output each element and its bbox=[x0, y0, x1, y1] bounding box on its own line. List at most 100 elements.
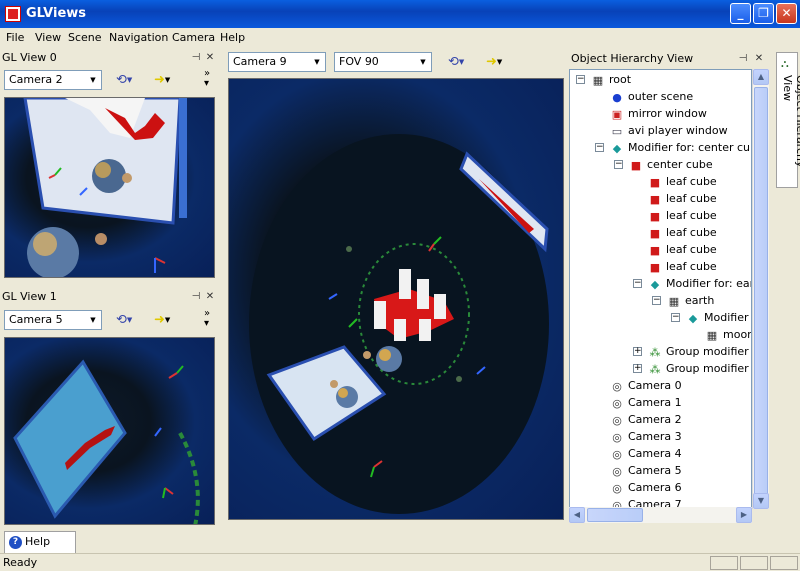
cube-icon: ■ bbox=[649, 260, 661, 274]
menu-view[interactable]: View bbox=[35, 31, 61, 44]
status-cell bbox=[710, 556, 738, 570]
tree-item[interactable]: ■ leaf cube bbox=[647, 190, 717, 207]
tree-item-label: leaf cube bbox=[666, 260, 717, 273]
arrow-right-icon[interactable]: ➜▼ bbox=[154, 72, 180, 88]
tree-item[interactable]: ◎ Camera 1 bbox=[609, 394, 682, 411]
pin-icon[interactable]: ⊣ bbox=[737, 51, 749, 67]
collapse-icon[interactable]: − bbox=[633, 279, 642, 288]
expand-icon[interactable]: + bbox=[633, 364, 642, 373]
close-button[interactable]: ✕ bbox=[776, 3, 797, 24]
tree-item-label: Camera 1 bbox=[628, 396, 682, 409]
tree-item[interactable]: ◆ Modifier fo bbox=[685, 309, 751, 326]
side-tab-hierarchy[interactable]: ⛬ Object Hierarchy View bbox=[776, 52, 800, 188]
sphere-icon: ● bbox=[612, 90, 622, 104]
tree-item[interactable]: ▣ mirror window bbox=[609, 105, 707, 122]
overflow-icon[interactable]: » ▾ bbox=[204, 69, 210, 89]
tree-item[interactable]: ◎ Camera 3 bbox=[609, 428, 682, 445]
scroll-right-button[interactable]: ▶ bbox=[736, 507, 752, 523]
menu-scene[interactable]: Scene bbox=[68, 31, 102, 44]
gl-view-0-viewport[interactable] bbox=[4, 97, 215, 278]
help-view-tab[interactable]: ? Help View bbox=[4, 531, 76, 568]
tree-item[interactable]: ▭ avi player window bbox=[609, 122, 728, 139]
tree-item[interactable]: ▦ earth bbox=[666, 292, 715, 309]
scroll-thumb[interactable] bbox=[754, 87, 768, 507]
tree-item-label: Camera 3 bbox=[628, 430, 682, 443]
menu-navigation[interactable]: Navigation bbox=[109, 31, 168, 44]
tree-item[interactable]: ■ leaf cube bbox=[647, 173, 717, 190]
main-viewport[interactable] bbox=[228, 78, 564, 520]
tree-item[interactable]: ▦ moon bbox=[704, 326, 751, 343]
menu-help[interactable]: Help bbox=[220, 31, 245, 44]
tree-item[interactable]: ⁂ Group modifier "Pr bbox=[647, 343, 752, 360]
tree-item[interactable]: ▦ root bbox=[590, 71, 631, 88]
tree-item[interactable]: ■ leaf cube bbox=[647, 207, 717, 224]
app-icon bbox=[5, 6, 21, 22]
modifier-icon: ◆ bbox=[688, 311, 698, 325]
tree-item[interactable]: ⁂ Group modifier "ht bbox=[647, 360, 752, 377]
arrow-right-icon[interactable]: ➜▼ bbox=[154, 312, 180, 328]
fov-select[interactable]: FOV 90 ▼ bbox=[334, 52, 432, 72]
menu-file[interactable]: File bbox=[6, 31, 24, 44]
tree-item[interactable]: ◎ Camera 0 bbox=[609, 377, 682, 394]
axis-markers bbox=[154, 365, 184, 499]
hierarchy-tree[interactable]: − ▦ root ● outer scene ▣ mirror window ▭ avi pla… bbox=[569, 69, 752, 509]
tree-item[interactable]: ◎ Camera 5 bbox=[609, 462, 681, 479]
camera-icon: ◎ bbox=[612, 379, 622, 393]
collapse-icon[interactable]: − bbox=[671, 313, 680, 322]
camera-select[interactable]: Camera 5 ▼ bbox=[4, 310, 102, 330]
group-modifier-icon: ⁂ bbox=[649, 345, 661, 359]
tree-item-label: Group modifier "Pr bbox=[666, 345, 751, 358]
tree-item[interactable]: ● outer scene bbox=[609, 88, 693, 105]
pin-icon[interactable]: ⊣ bbox=[190, 50, 202, 66]
menu-camera[interactable]: Camera bbox=[172, 31, 215, 44]
text-ring bbox=[178, 432, 200, 524]
gl-view-1-viewport[interactable] bbox=[4, 337, 215, 525]
status-cell bbox=[740, 556, 768, 570]
scroll-up-button[interactable]: ▲ bbox=[753, 69, 769, 85]
camera-select[interactable]: Camera 9 ▼ bbox=[228, 52, 326, 72]
scroll-left-button[interactable]: ◀ bbox=[569, 507, 585, 523]
fov-select-value: FOV 90 bbox=[339, 55, 379, 68]
collapse-icon[interactable]: − bbox=[595, 143, 604, 152]
camera-select[interactable]: Camera 2 ▼ bbox=[4, 70, 102, 90]
tree-item-label: Camera 0 bbox=[628, 379, 682, 392]
tree-item[interactable]: ■ leaf cube bbox=[647, 241, 717, 258]
scroll-down-button[interactable]: ▼ bbox=[753, 493, 769, 509]
collapse-icon[interactable]: − bbox=[652, 296, 661, 305]
restore-button[interactable]: ❐ bbox=[753, 3, 774, 24]
modifier-icon: ◆ bbox=[650, 277, 660, 291]
hierarchy-icon: ⛬ bbox=[781, 57, 789, 70]
tree-item-label: Camera 2 bbox=[628, 413, 682, 426]
scroll-thumb[interactable] bbox=[587, 508, 643, 522]
orbit-icon[interactable]: ⟲▼ bbox=[116, 312, 142, 328]
cube-icon: ■ bbox=[649, 175, 661, 189]
camera-icon: ◎ bbox=[612, 430, 622, 444]
close-icon[interactable]: ✕ bbox=[204, 289, 216, 305]
close-icon[interactable]: ✕ bbox=[753, 51, 765, 67]
tree-item[interactable]: ■ leaf cube bbox=[647, 258, 717, 275]
hierarchy-horizontal-scrollbar[interactable]: ◀ ▶ bbox=[569, 507, 752, 523]
orbit-icon[interactable]: ⟲▼ bbox=[116, 72, 142, 88]
collapse-icon[interactable]: − bbox=[614, 160, 623, 169]
close-icon[interactable]: ✕ bbox=[204, 50, 216, 66]
window-icon: ▣ bbox=[611, 107, 623, 121]
minimize-button[interactable]: _ bbox=[730, 3, 751, 24]
camera-icon: ◎ bbox=[612, 464, 622, 478]
tree-item-label: leaf cube bbox=[666, 209, 717, 222]
arrow-right-icon[interactable]: ➜▼ bbox=[486, 54, 512, 70]
collapse-icon[interactable]: − bbox=[576, 75, 585, 84]
hierarchy-vertical-scrollbar[interactable]: ▲ ▼ bbox=[752, 69, 769, 509]
tree-item-label: leaf cube bbox=[666, 192, 717, 205]
expand-icon[interactable]: + bbox=[633, 347, 642, 356]
tree-item[interactable]: ◆ Modifier for: center cube bbox=[609, 139, 751, 156]
tree-item[interactable]: ■ center cube bbox=[628, 156, 713, 173]
main-view-toolbar: Camera 9 ▼ FOV 90 ▼ ⟲▼ ➜▼ bbox=[226, 49, 564, 75]
overflow-icon[interactable]: » ▾ bbox=[204, 309, 210, 329]
orbit-icon[interactable]: ⟲▼ bbox=[448, 54, 474, 70]
tree-item[interactable]: ■ leaf cube bbox=[647, 224, 717, 241]
tree-item[interactable]: ◎ Camera 4 bbox=[609, 445, 681, 462]
tree-item[interactable]: ◆ Modifier for: earth bbox=[647, 275, 751, 292]
tree-item[interactable]: ◎ Camera 2 bbox=[609, 411, 682, 428]
pin-icon[interactable]: ⊣ bbox=[190, 289, 202, 305]
tree-item[interactable]: ◎ Camera 6 bbox=[609, 479, 681, 496]
